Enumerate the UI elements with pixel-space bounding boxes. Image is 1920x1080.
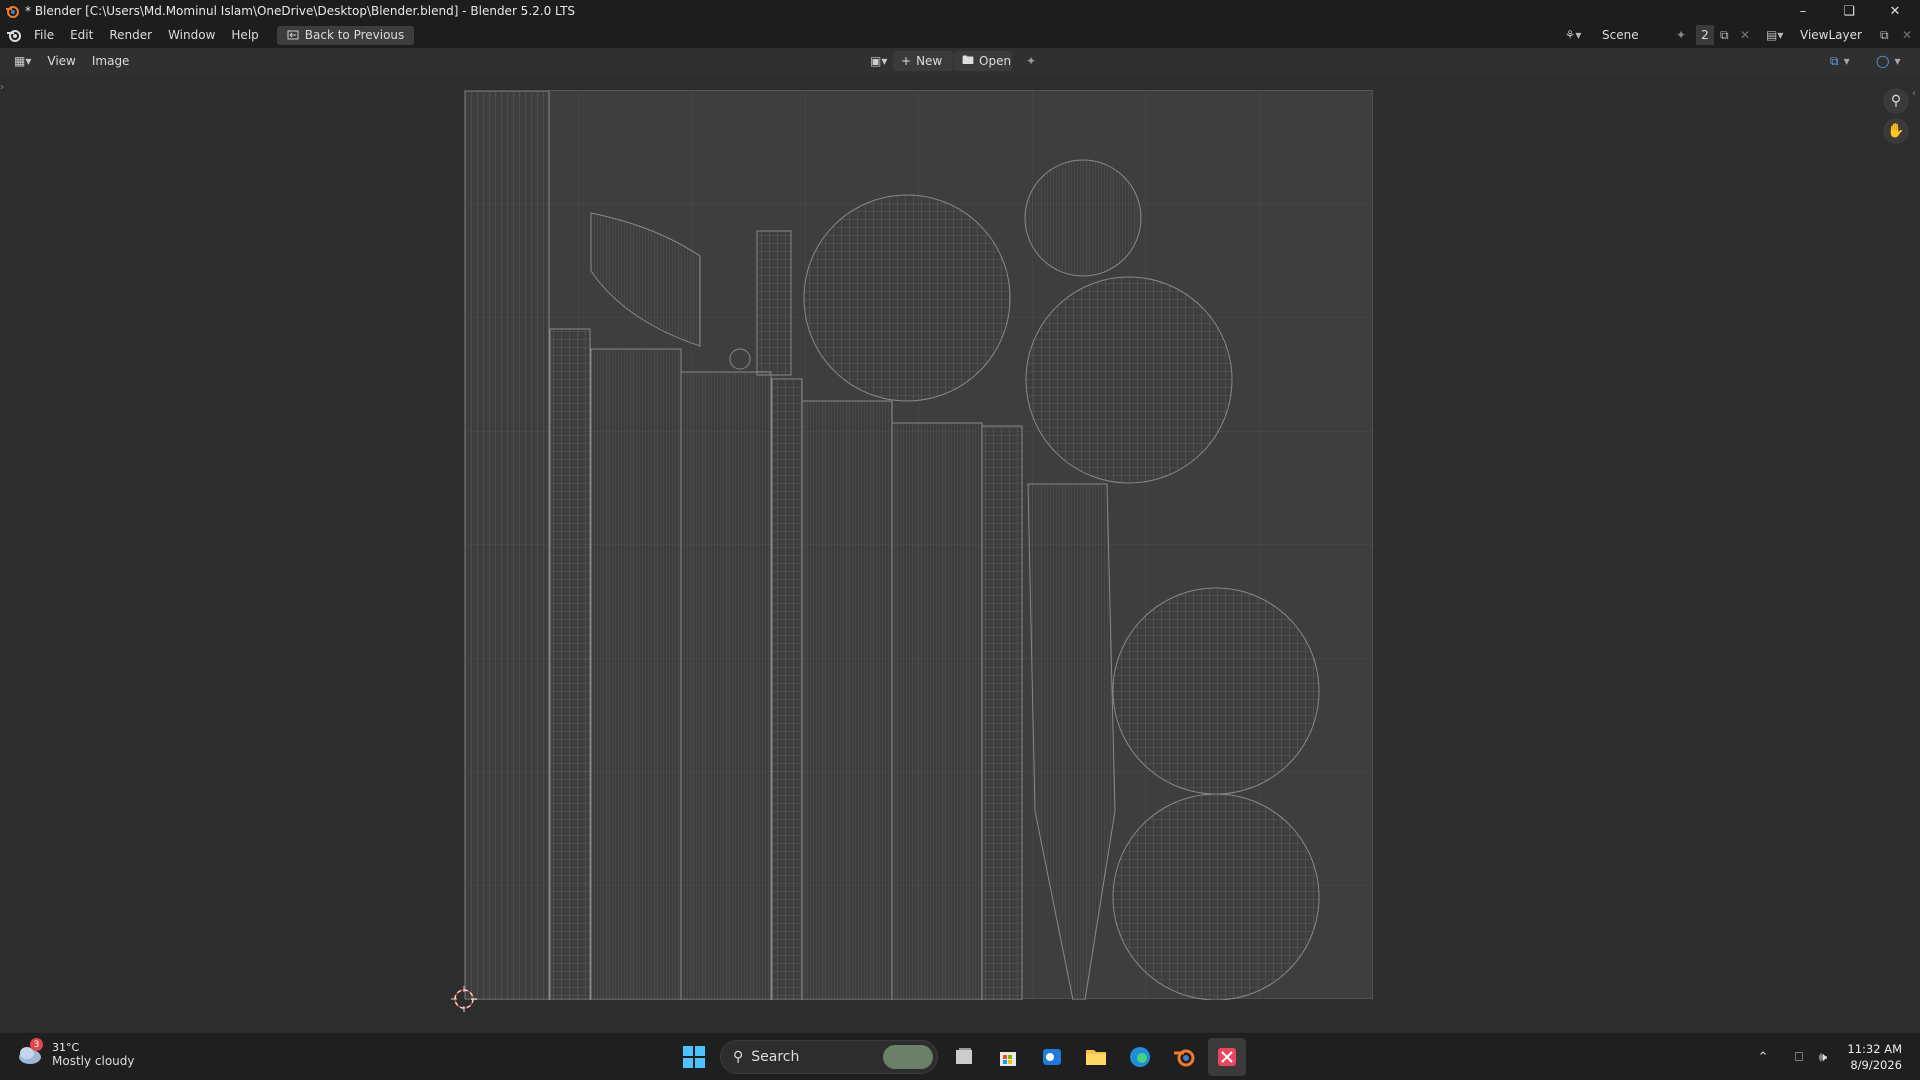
microsoft-store-icon[interactable] [992,1041,1024,1073]
new-image-label: New [916,54,943,68]
taskbar-search-box[interactable]: ⚲ Search [720,1040,938,1074]
toolbar-toggle-icon[interactable]: ‹ [1912,88,1920,102]
remove-scene-icon[interactable]: ✕ [1740,25,1750,45]
search-placeholder: Search [751,1049,800,1065]
back-icon [287,30,299,40]
uv-editor-viewport[interactable]: › ⚲ ✋ ‹ [0,74,1920,1032]
remove-view-layer-icon[interactable]: ✕ [1902,25,1912,45]
scene-name: Scene [1602,28,1639,42]
scene-users-count[interactable]: 2 [1696,25,1714,45]
menu-file[interactable]: File [26,28,62,42]
new-view-layer-icon[interactable]: ⧉ [1880,25,1889,45]
uv-image-area[interactable] [464,90,1374,1000]
weather-condition: Mostly cloudy [52,1053,135,1068]
pin-scene-icon[interactable]: ✦ [1676,25,1686,45]
show-hidden-icons-chevron-icon[interactable]: ⌃ [1752,1041,1774,1073]
overlay-icon: ◯ [1876,54,1890,68]
pan-hand-icon[interactable]: ✋ [1883,118,1909,144]
sidebar-toggle-icon[interactable]: › [0,82,8,96]
menu-edit[interactable]: Edit [62,28,101,42]
windows-start-icon[interactable] [678,1041,710,1073]
top-menubar: File Edit Render Window Help Back to Pre… [0,22,1920,48]
edge-browser-icon[interactable] [1124,1041,1156,1073]
outlook-icon[interactable] [1036,1041,1068,1073]
zoom-icon[interactable]: ⚲ [1883,88,1909,114]
view-layer-name-field[interactable]: ViewLayer [1800,25,1880,45]
weather-temperature: 31°C [52,1040,80,1054]
uv-editor-icon: ▦▾ [14,54,32,68]
clock-time: 11:32 AM [1847,1042,1902,1056]
overlay-toggle[interactable]: ◯ ▾ [1868,51,1908,71]
view-layer-name: ViewLayer [1800,28,1862,42]
minimize-icon[interactable]: – [1780,0,1826,22]
2d-cursor-icon[interactable] [449,984,479,1014]
window-title: * Blender [C:\Users\Md.Mominul Islam\One… [25,4,576,18]
menu-view[interactable]: View [39,54,83,68]
volume-icon[interactable]: 🕪 [1812,1041,1834,1073]
menu-window[interactable]: Window [160,28,223,42]
back-to-previous-label: Back to Previous [304,28,405,42]
editor-type-selector[interactable]: ▦▾ [6,51,39,71]
search-highlight-icon [883,1045,933,1069]
open-image-label: Open [979,54,1012,68]
scene-users-value: 2 [1701,28,1709,42]
close-icon[interactable]: ✕ [1872,0,1918,22]
weather-cloud-icon: 3 [16,1038,44,1068]
window-titlebar: * Blender [C:\Users\Md.Mominul Islam\One… [0,0,1920,22]
menu-help[interactable]: Help [223,28,266,42]
new-image-button[interactable]: + New [893,51,953,71]
snipping-tool-icon[interactable] [1208,1038,1246,1076]
blender-logo-icon [6,6,19,18]
plus-icon: + [901,54,912,68]
pin-image-icon[interactable]: ✦ [1018,51,1044,71]
scene-selector[interactable]: ⚘▾ [1562,25,1584,45]
open-image-button[interactable]: 🖿 Open [954,51,1012,71]
gizmo-icon: ⧉ [1830,53,1839,68]
image-editor-header: ▦▾ View Image ▣▾ + New 🖿 Open ✦ ⧉ ▾ ◯ ▾ [0,48,1920,74]
network-icon[interactable]: ⎕ [1788,1041,1810,1073]
back-to-previous-button[interactable]: Back to Previous [276,25,415,45]
image-browse-icon: ▣▾ [870,54,888,68]
weather-widget[interactable]: 3 31°C Mostly cloudy [16,1038,135,1068]
system-clock[interactable]: 11:32 AM 8/9/2026 [1847,1041,1902,1073]
restore-icon[interactable]: ❏ [1826,0,1872,22]
windows-taskbar: 3 31°C Mostly cloudy ⚲ Search ⌃ ⎕ 🕪 11:3… [0,1032,1920,1080]
file-explorer-icon[interactable] [1080,1041,1112,1073]
blender-menu-icon[interactable] [6,27,22,43]
scene-icon: ⚘▾ [1564,28,1582,42]
weather-badge: 3 [30,1038,43,1051]
menu-render[interactable]: Render [101,28,160,42]
clock-date: 8/9/2026 [1850,1058,1902,1072]
image-browse-selector[interactable]: ▣▾ [862,51,895,71]
blender-taskbar-icon[interactable] [1168,1041,1200,1073]
view-layer-selector[interactable]: ▤▾ [1766,25,1783,45]
new-scene-icon[interactable]: ⧉ [1720,25,1729,45]
folder-icon: 🖿 [962,52,975,67]
task-view-icon[interactable] [948,1041,980,1073]
menu-image[interactable]: Image [84,54,138,68]
uv-wireframe [465,91,1374,1000]
gizmo-toggle[interactable]: ⧉ ▾ [1822,51,1858,71]
search-icon: ⚲ [733,1049,744,1065]
